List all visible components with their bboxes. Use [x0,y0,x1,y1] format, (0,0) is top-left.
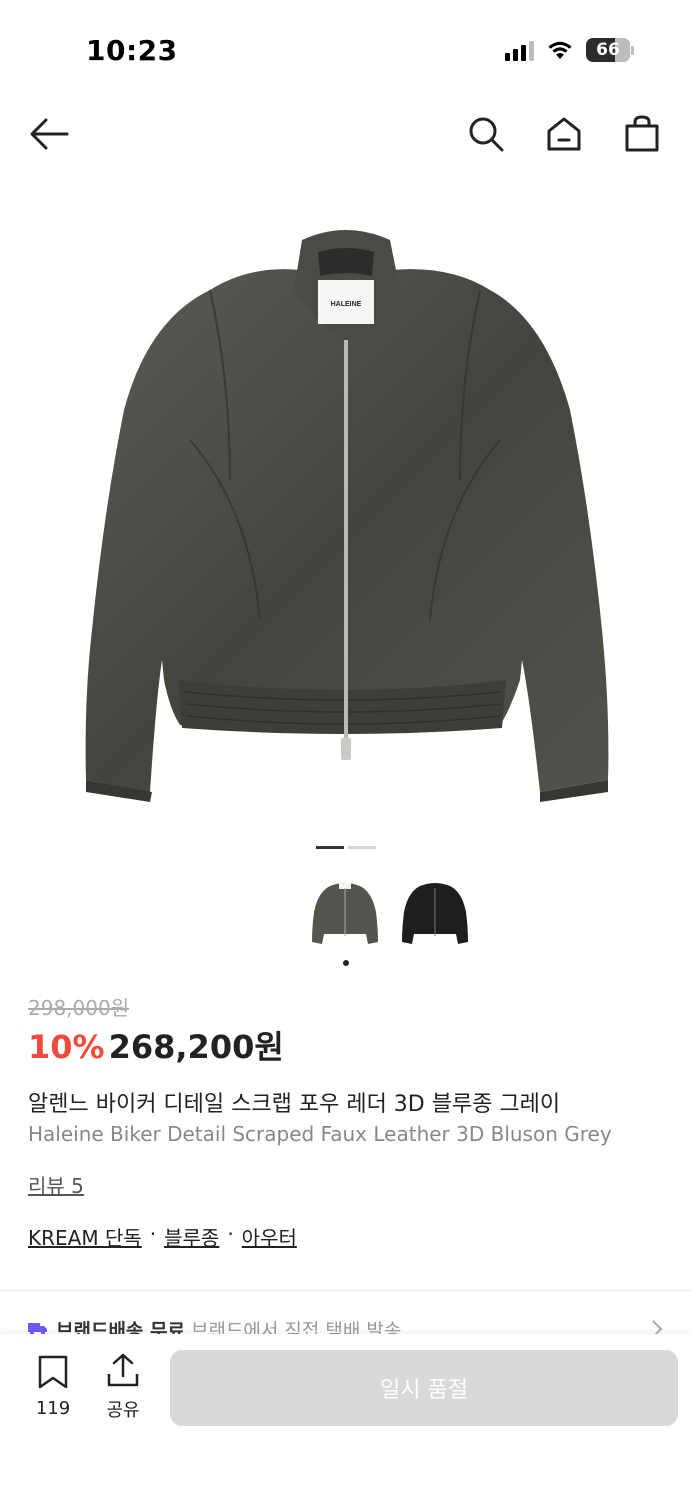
status-bar: 10:23 66 [0,0,692,100]
grey-jacket-thumbnail[interactable] [310,872,380,952]
pagination-dot-active [316,846,344,849]
price-row: 10% 268,200원 [28,1022,284,1068]
search-icon[interactable] [466,114,506,154]
thumbnail-selected-indicator [343,960,349,966]
black-jacket-thumbnail[interactable] [400,872,470,952]
brand-label: HALEINE [331,301,362,308]
gallery-pagination [316,846,376,849]
tag-blouson[interactable]: 블루종 [164,1222,219,1251]
product-title-english: Haleine Biker Detail Scraped Faux Leathe… [28,1122,612,1146]
bookmark-button[interactable]: 119 [28,1354,78,1419]
tag-separator: · [227,1222,234,1246]
share-label: 공유 [106,1400,140,1421]
bookmark-count: 119 [35,1398,71,1419]
tag-outer[interactable]: 아우터 [242,1222,297,1251]
cellular-signal-icon [505,39,534,61]
review-link[interactable]: 리뷰 5 [28,1170,84,1199]
color-thumbnails [310,872,470,952]
shopping-bag-icon[interactable] [622,114,662,154]
share-button[interactable]: 공유 [98,1352,148,1422]
back-arrow-icon[interactable] [28,116,70,152]
section-divider [0,1290,692,1291]
status-indicators: 66 [505,38,634,62]
tag-kream-exclusive[interactable]: KREAM 단독 [28,1222,142,1251]
home-icon[interactable] [544,114,584,154]
product-main-image[interactable]: HALEINE [0,180,692,830]
category-tags: KREAM 단독 · 블루종 · 아우터 [28,1222,297,1251]
battery-icon: 66 [586,38,634,62]
top-navigation [0,100,692,170]
original-price: 298,000원 [28,996,130,1020]
product-title-korean: 알렌느 바이커 디테일 스크랩 포우 레더 3D 블루종 그레이 [28,1092,561,1117]
battery-level: 66 [596,40,620,60]
sold-out-button[interactable]: 일시 품절 [170,1350,678,1426]
bookmark-icon [38,1355,68,1389]
pagination-dot [348,846,376,849]
discount-rate: 10% [28,1028,105,1066]
share-icon [107,1353,139,1387]
sale-price: 268,200원 [108,1028,284,1066]
wifi-icon [548,41,572,59]
bottom-action-bar: 119 공유 일시 품절 [0,1334,692,1500]
tag-separator: · [149,1222,157,1246]
status-time: 10:23 [86,34,178,67]
